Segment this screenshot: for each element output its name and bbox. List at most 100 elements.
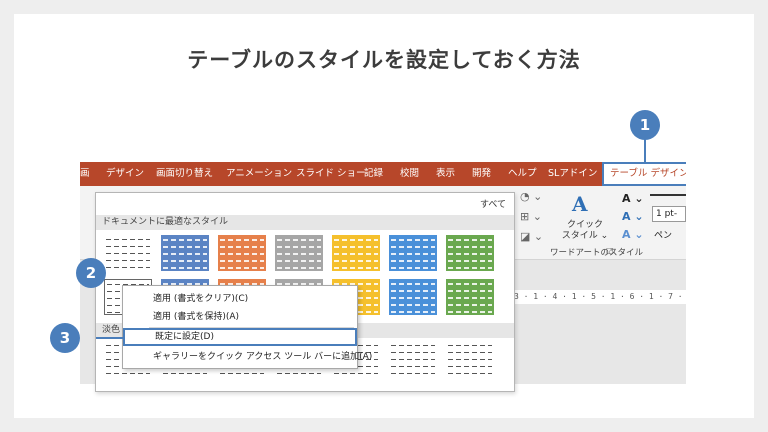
- thumbnail-row: [391, 373, 435, 374]
- thumbnail-row: [448, 366, 492, 367]
- thumbnail-row: [448, 297, 492, 299]
- table-style-thumbnail[interactable]: [104, 235, 152, 271]
- thumbnail-row: [448, 253, 492, 255]
- tab-review[interactable]: 校閲: [400, 162, 419, 186]
- table-style-thumbnail[interactable]: [389, 235, 437, 271]
- thumbnail-row: [163, 239, 207, 241]
- tab-design[interactable]: デザイン: [106, 162, 144, 186]
- thumbnail-row: [448, 290, 492, 292]
- thumbnail-row: [448, 359, 492, 360]
- pen-style-line[interactable]: [650, 194, 686, 196]
- tab-transitions[interactable]: 画面切り替え: [156, 162, 213, 186]
- thumbnail-row: [391, 366, 435, 367]
- context-menu: 適用 (書式をクリア)(C) 適用 (書式を保持)(A) 既定に設定(D) ギャ…: [122, 285, 372, 369]
- table-style-thumbnail[interactable]: [275, 235, 323, 271]
- gallery-all-label: すべて: [479, 200, 506, 210]
- thumbnail-row: [163, 246, 207, 248]
- table-style-thumbnail[interactable]: [446, 279, 494, 315]
- wordart-group-label: ワードアートのスタイル: [550, 248, 643, 258]
- thumbnail-row: [220, 260, 264, 262]
- thumbnail-row: [334, 246, 378, 248]
- thumbnail-row: [163, 373, 207, 374]
- thumbnail-row: [220, 253, 264, 255]
- add-to-quick-access-item[interactable]: ギャラリーをクイック アクセス ツール バーに追加(A): [123, 348, 372, 366]
- thumbnail-row: [334, 260, 378, 262]
- set-as-default-item[interactable]: 既定に設定(D): [123, 328, 357, 346]
- table-style-thumbnail[interactable]: [389, 341, 437, 377]
- thumbnail-row: [391, 311, 435, 313]
- thumbnail-row: [391, 246, 435, 248]
- thumbnail-row: [334, 373, 378, 374]
- thumbnail-row: [391, 267, 435, 269]
- thumbnail-row: [391, 297, 435, 299]
- tab-sl-addin[interactable]: SLアドイン: [548, 162, 597, 186]
- thumbnail-row: [391, 253, 435, 255]
- text-outline-icon[interactable]: A ⌄: [622, 210, 644, 223]
- wordart-group: A クイック スタイル ⌄ A ⌄ A ⌄ A ⌄ ワードアートのスタイル ◲ …: [522, 186, 686, 260]
- text-fill-icon[interactable]: A ⌄: [622, 192, 644, 205]
- dialog-launcher-icon[interactable]: ◲: [606, 246, 614, 255]
- table-style-thumbnail[interactable]: [446, 235, 494, 271]
- thumbnail-row: [391, 283, 435, 285]
- horizontal-ruler: 3 · 1 · 4 · 1 · 5 · 1 · 6 · 1 · 7 · 1 · …: [510, 290, 686, 304]
- best-match-section: ドキュメントに最適なスタイル: [96, 215, 514, 230]
- thumbnail-row: [448, 345, 492, 346]
- tab-record[interactable]: 記録: [364, 162, 383, 186]
- thumbnail-row: [391, 260, 435, 262]
- thumbnail-row: [277, 260, 321, 262]
- tab-developer[interactable]: 開発: [472, 162, 491, 186]
- thumbnail-row: [163, 253, 207, 255]
- thumbnail-row: [391, 290, 435, 292]
- callout-line-1: [644, 138, 646, 164]
- quick-style-button[interactable]: クイック スタイル ⌄: [560, 220, 610, 242]
- table-style-thumbnail[interactable]: [161, 235, 209, 271]
- thumbnail-row: [448, 239, 492, 241]
- thumbnail-row: [163, 260, 207, 262]
- pen-color-button[interactable]: ペン: [654, 228, 672, 241]
- thumbnail-row: [277, 373, 321, 374]
- thumbnail-row: [334, 267, 378, 269]
- apply-clear-format-item[interactable]: 適用 (書式をクリア)(C): [123, 290, 357, 308]
- table-style-thumbnail[interactable]: [332, 235, 380, 271]
- thumbnail-row: [334, 239, 378, 241]
- thumbnail-row: [220, 239, 264, 241]
- thumbnail-row: [163, 267, 207, 269]
- thumbnail-row: [220, 373, 264, 374]
- thumbnail-row: [277, 246, 321, 248]
- table-style-thumbnail[interactable]: [446, 341, 494, 377]
- tab-animations[interactable]: アニメーション: [226, 162, 292, 186]
- text-effects-icon[interactable]: A ⌄: [622, 228, 644, 241]
- tab-partial[interactable]: 画: [80, 162, 90, 186]
- thumbnail-row: [448, 304, 492, 306]
- thumbnail-row: [106, 373, 150, 374]
- thumbnail-row: [106, 246, 150, 247]
- tab-help[interactable]: ヘルプ: [508, 162, 537, 186]
- thumbnail-row: [448, 352, 492, 353]
- table-style-thumbnail[interactable]: [389, 279, 437, 315]
- thumbnail-row: [220, 246, 264, 248]
- thumbnail-row: [448, 260, 492, 262]
- callout-line-3: [96, 337, 124, 339]
- thumbnail-row: [448, 283, 492, 285]
- table-style-thumbnail[interactable]: [218, 235, 266, 271]
- tab-table-design[interactable]: テーブル デザイン: [602, 162, 686, 186]
- thumbnail-row: [391, 359, 435, 360]
- thumbnail-row: [391, 304, 435, 306]
- thumbnail-row: [106, 267, 150, 268]
- tab-slideshow[interactable]: スライド ショー: [296, 162, 366, 186]
- thumbnail-row: [448, 267, 492, 269]
- quick-style-icon[interactable]: A: [572, 192, 588, 216]
- thumbnail-row: [106, 253, 150, 254]
- tab-view[interactable]: 表示: [436, 162, 455, 186]
- thumbnail-row: [391, 345, 435, 346]
- apply-keep-format-item[interactable]: 適用 (書式を保持)(A): [123, 308, 357, 326]
- pen-weight-select[interactable]: 1 pt-: [652, 206, 686, 222]
- thumbnail-row: [334, 253, 378, 255]
- thumbnail-row: [277, 253, 321, 255]
- thumbnail-row: [448, 311, 492, 313]
- ribbon-tab-bar: 画 デザイン 画面切り替え アニメーション スライド ショー 記録 校閲 表示 …: [80, 162, 686, 186]
- thumbnail-row: [391, 352, 435, 353]
- thumbnail-row: [106, 239, 150, 240]
- thumbnail-row: [448, 373, 492, 374]
- thumbnail-row: [391, 239, 435, 241]
